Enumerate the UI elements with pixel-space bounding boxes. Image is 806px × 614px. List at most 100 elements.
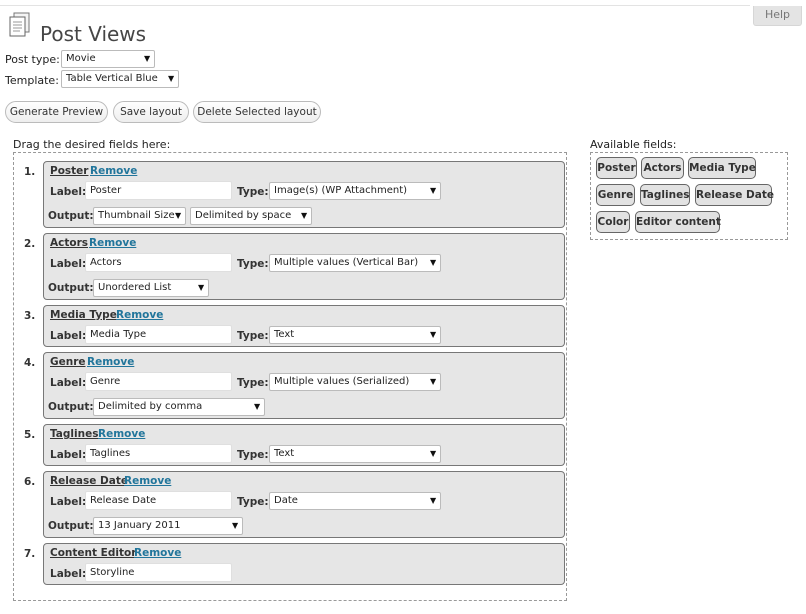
type-value: Text	[274, 329, 295, 340]
chevron-down-icon: ▼	[198, 283, 205, 292]
output-value: Delimited by space	[195, 210, 292, 221]
chevron-down-icon: ▼	[430, 186, 437, 195]
label-input[interactable]: Poster	[85, 181, 232, 200]
field-name: Content Editor	[50, 547, 137, 559]
available-fields-title: Available fields:	[590, 138, 677, 151]
type-label: Type:	[237, 258, 269, 270]
type-label: Type:	[237, 377, 269, 389]
page-icon	[9, 12, 30, 37]
label-label: Label:	[50, 258, 87, 270]
type-value: Image(s) (WP Attachment)	[274, 185, 408, 196]
type-select[interactable]: Text ▼	[269, 326, 441, 344]
field-number: 7.	[24, 548, 36, 560]
type-value: Text	[274, 448, 295, 459]
generate-preview-button[interactable]: Generate Preview	[5, 101, 108, 123]
available-field-taglines[interactable]: Taglines	[640, 184, 690, 206]
available-field-media-type[interactable]: Media Type	[688, 157, 756, 179]
output-label: Output:	[48, 401, 94, 413]
field-number: 6.	[24, 476, 36, 488]
remove-link[interactable]: Remove	[134, 547, 181, 559]
chevron-down-icon: ▼	[168, 74, 175, 83]
type-label: Type:	[237, 449, 269, 461]
field-item-taglines[interactable]: Taglines Remove Label: Taglines Type: Te…	[43, 424, 565, 466]
field-name: Release Date	[50, 475, 128, 487]
output-value: Delimited by comma	[98, 401, 203, 412]
type-select[interactable]: Image(s) (WP Attachment) ▼	[269, 182, 441, 200]
label-input[interactable]: Genre	[85, 372, 232, 391]
chevron-down-icon: ▼	[301, 211, 308, 220]
header-divider	[0, 5, 750, 6]
label-input[interactable]: Taglines	[85, 444, 232, 463]
type-value: Multiple values (Serialized)	[274, 376, 410, 387]
field-name: Media Type	[50, 309, 117, 321]
available-field-actors[interactable]: Actors	[641, 157, 684, 179]
output-select-secondary[interactable]: Delimited by space ▼	[190, 207, 312, 225]
remove-link[interactable]: Remove	[116, 309, 163, 321]
available-field-release-date[interactable]: Release Date	[695, 184, 774, 206]
remove-link[interactable]: Remove	[98, 428, 145, 440]
remove-link[interactable]: Remove	[90, 165, 137, 177]
type-select[interactable]: Multiple values (Vertical Bar) ▼	[269, 254, 441, 272]
chevron-down-icon: ▼	[175, 211, 182, 220]
remove-link[interactable]: Remove	[89, 237, 136, 249]
field-number: 5.	[24, 429, 36, 441]
available-field-genre[interactable]: Genre	[596, 184, 635, 206]
output-select[interactable]: Unordered List ▼	[93, 279, 209, 297]
field-name: Actors	[50, 237, 89, 249]
type-label: Type:	[237, 186, 269, 198]
output-select[interactable]: Thumbnail Size ▼	[93, 207, 186, 225]
field-item-genre[interactable]: Genre Remove Label: Genre Type: Multiple…	[43, 352, 565, 419]
output-label: Output:	[48, 520, 94, 532]
field-item-release-date[interactable]: Release Date Remove Label: Release Date …	[43, 471, 565, 538]
field-item-content-editor[interactable]: Content Editor Remove Label: Storyline	[43, 543, 565, 585]
chevron-down-icon: ▼	[430, 377, 437, 386]
field-item-media-type[interactable]: Media Type Remove Label: Media Type Type…	[43, 305, 565, 347]
field-item-poster[interactable]: Poster Remove Label: Poster Type: Image(…	[43, 161, 565, 228]
label-input[interactable]: Storyline	[85, 563, 232, 582]
chevron-down-icon: ▼	[430, 496, 437, 505]
type-value: Multiple values (Vertical Bar)	[274, 257, 419, 268]
output-select[interactable]: 13 January 2011 ▼	[93, 517, 243, 535]
type-select[interactable]: Text ▼	[269, 445, 441, 463]
save-layout-button[interactable]: Save layout	[113, 101, 189, 123]
template-select[interactable]: Table Vertical Blue ▼	[61, 70, 179, 88]
label-label: Label:	[50, 186, 87, 198]
delete-layout-button[interactable]: Delete Selected layout	[193, 101, 321, 123]
field-name: Taglines	[50, 428, 99, 440]
type-select[interactable]: Date ▼	[269, 492, 441, 510]
chevron-down-icon: ▼	[232, 521, 239, 530]
help-tab[interactable]: Help	[753, 6, 802, 26]
chevron-down-icon: ▼	[144, 54, 151, 63]
label-label: Label:	[50, 496, 87, 508]
field-name: Genre	[50, 356, 86, 368]
remove-link[interactable]: Remove	[87, 356, 134, 368]
label-input[interactable]: Actors	[85, 253, 232, 272]
chevron-down-icon: ▼	[430, 258, 437, 267]
label-label: Label:	[50, 568, 87, 580]
type-value: Date	[274, 495, 298, 506]
type-select[interactable]: Multiple values (Serialized) ▼	[269, 373, 441, 391]
output-select[interactable]: Delimited by comma ▼	[93, 398, 265, 416]
field-number: 3.	[24, 310, 36, 322]
post-type-label: Post type:	[5, 53, 60, 66]
field-item-actors[interactable]: Actors Remove Label: Actors Type: Multip…	[43, 233, 565, 300]
remove-link[interactable]: Remove	[124, 475, 171, 487]
output-value: 13 January 2011	[98, 520, 181, 531]
label-input[interactable]: Media Type	[85, 325, 232, 344]
available-field-color[interactable]: Color	[596, 211, 630, 233]
type-label: Type:	[237, 496, 269, 508]
template-value: Table Vertical Blue	[66, 73, 158, 84]
chevron-down-icon: ▼	[430, 449, 437, 458]
label-label: Label:	[50, 377, 87, 389]
output-value: Thumbnail Size	[98, 210, 175, 221]
field-name: Poster	[50, 165, 89, 177]
available-field-poster[interactable]: Poster	[596, 157, 637, 179]
available-field-editor-content[interactable]: Editor content	[635, 211, 721, 233]
output-label: Output:	[48, 282, 94, 294]
post-type-select[interactable]: Movie ▼	[61, 50, 155, 68]
output-label: Output:	[48, 210, 94, 222]
label-label: Label:	[50, 330, 87, 342]
post-type-value: Movie	[66, 53, 96, 64]
label-input[interactable]: Release Date	[85, 491, 232, 510]
page-title: Post Views	[40, 22, 147, 46]
